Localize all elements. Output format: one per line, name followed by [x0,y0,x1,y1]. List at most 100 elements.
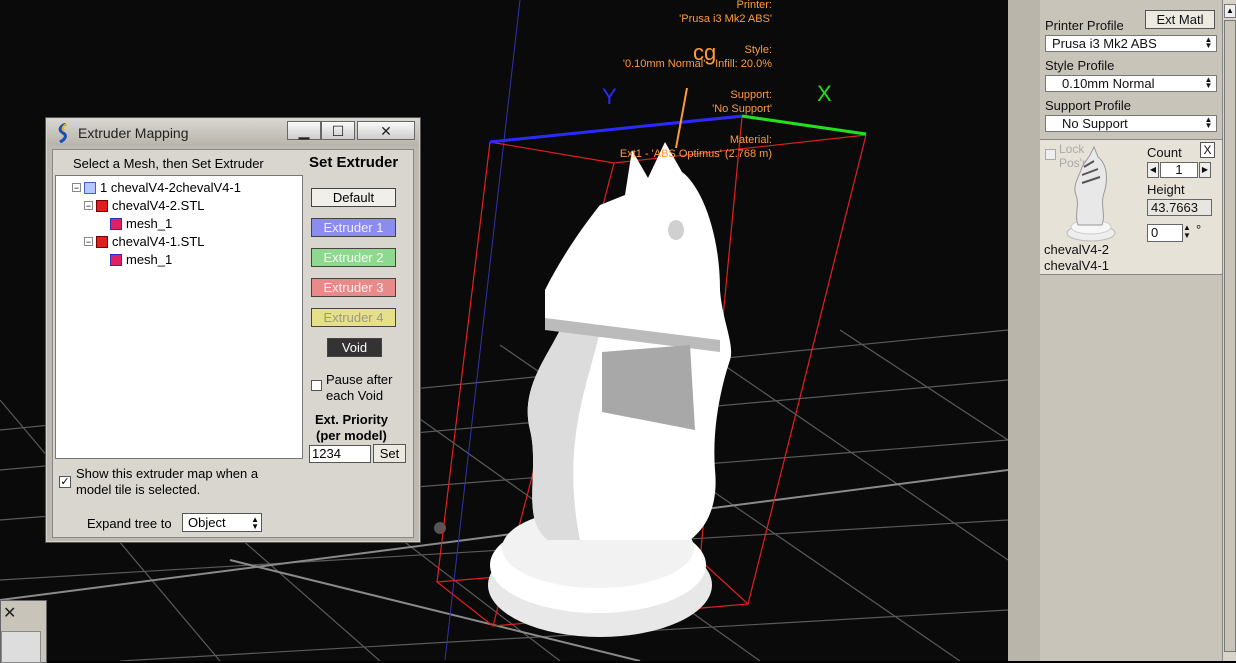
printer-profile-select[interactable]: Prusa i3 Mk2 ABS ▲ ▼ [1045,35,1217,52]
extruder-3-button[interactable]: Extruder 3 [311,278,396,297]
mesh-cube-icon [110,253,122,266]
support-info-value: 'No Support' [712,103,772,115]
support-profile-value: No Support [1062,116,1128,131]
tree-node-label: 1 chevalV4-2chevalV4-1 [100,180,241,195]
sidebar-scrollbar[interactable]: ▲ [1222,0,1236,661]
style-info-label: Style: [744,44,772,56]
spinner-icon: ▲ ▼ [251,515,259,531]
style-info-value: '0.10mm Normal' - Infill: 20.0% [622,58,772,70]
model-tile[interactable]: Lock Pos'n X Count ◀ 1 ▶ Height 43.7663 … [1040,139,1222,275]
rotation-spinner-icon[interactable]: ▲ ▼ [1183,224,1191,240]
mesh-cube-icon [110,217,122,230]
model-name-1: chevalV4-2 [1044,242,1110,257]
spinner-icon: ▲ ▼ [1204,75,1213,90]
expand-tree-value: Object [188,515,226,530]
extruder-1-button[interactable]: Extruder 1 [311,218,396,237]
style-profile-value: 0.10mm Normal [1062,76,1155,91]
right-sidebar: Ext Matl Printer Profile Prusa i3 Mk2 AB… [1040,0,1222,661]
ext-matl-button[interactable]: Ext Matl [1145,10,1215,29]
support-info: Support: 'No Support' [712,88,772,116]
collapse-toggle-icon[interactable]: − [72,183,81,193]
extruder-2-button[interactable]: Extruder 2 [311,248,396,267]
tree-node-group[interactable]: − 1 chevalV4-2chevalV4-1 [72,180,241,195]
show-map-checkbox[interactable]: ✓ [59,476,71,488]
tree-node-label: chevalV4-2.STL [112,198,205,213]
tree-node-mesh[interactable]: mesh_1 [110,252,172,267]
set-priority-button[interactable]: Set [373,444,406,463]
x-axis-label: X [817,81,832,106]
decrement-icon[interactable]: ◀ [1147,162,1159,178]
count-value[interactable]: 1 [1160,162,1198,178]
collapsed-panel: ✕ [0,600,47,663]
tree-node-mesh[interactable]: mesh_1 [110,216,172,231]
tree-node-label: mesh_1 [126,252,173,267]
minimize-button[interactable]: ▁ [287,121,321,140]
printer-profile-label: Printer Profile [1045,18,1124,33]
pause-label-line2: each Void [326,388,384,403]
default-button[interactable]: Default [311,188,396,207]
extruder-4-button[interactable]: Extruder 4 [311,308,396,327]
height-value: 43.7663 [1147,199,1212,216]
style-profile-label: Style Profile [1045,58,1115,73]
spinner-icon: ▲ ▼ [1204,115,1213,130]
rotation-input[interactable]: 0 [1147,224,1183,242]
support-profile-label: Support Profile [1045,98,1131,113]
panel-body [1,631,41,663]
expand-tree-select[interactable]: Object ▲ ▼ [182,513,262,532]
dialog-body: Select a Mesh, then Set Extruder Set Ext… [52,149,414,538]
spinner-icon: ▲ ▼ [1204,35,1213,50]
printer-info-value: 'Prusa i3 Mk2 ABS' [679,13,772,25]
void-button[interactable]: Void [327,338,382,357]
count-label: Count [1147,145,1182,160]
material-info-label: Material: [729,134,772,146]
height-label: Height [1147,182,1185,197]
ext-priority-input[interactable]: 1234 [309,445,371,463]
model-name-2: chevalV4-1 [1044,258,1110,273]
model-thumbnail [1066,145,1116,242]
increment-icon[interactable]: ▶ [1199,162,1211,178]
tree-node-stl-1[interactable]: − chevalV4-1.STL [84,234,205,249]
stl-cube-icon [96,235,108,248]
group-cube-icon [84,181,96,194]
instruction-text: Select a Mesh, then Set Extruder [73,156,264,171]
ext-priority-sublabel: (per model) [316,428,387,443]
dialog-titlebar[interactable]: Extruder Mapping ▁ ☐ ✕ [47,119,419,146]
collapse-toggle-icon[interactable]: − [84,201,93,211]
y-axis-label: Y [602,84,617,109]
support-profile-select[interactable]: No Support ▲ ▼ [1045,115,1217,132]
lock-checkbox[interactable] [1045,149,1056,160]
show-map-label-line1: Show this extruder map when a [76,466,259,481]
printer-info-label: Printer: [736,0,772,11]
x-axis-line [741,114,867,136]
style-profile-select[interactable]: 0.10mm Normal ▲ ▼ [1045,75,1217,92]
scroll-up-icon[interactable]: ▲ [1224,4,1236,18]
stl-cube-icon [96,199,108,212]
extruder-mapping-dialog[interactable]: Extruder Mapping ▁ ☐ ✕ Select a Mesh, th… [45,117,421,543]
knight-model [488,142,732,637]
tree-node-label: mesh_1 [126,216,173,231]
ext-priority-label: Ext. Priority [315,412,388,427]
pause-label-line1: Pause after [326,372,393,387]
printer-info: Printer: 'Prusa i3 Mk2 ABS' [679,0,772,26]
expand-tree-label: Expand tree to [87,516,172,531]
count-stepper[interactable]: ◀ 1 ▶ [1147,162,1212,178]
style-info: Style: '0.10mm Normal' - Infill: 20.0% [623,43,772,71]
printer-profile-value: Prusa i3 Mk2 ABS [1052,36,1157,51]
degree-symbol: ° [1196,222,1202,237]
show-map-label-line2: model tile is selected. [76,482,201,497]
close-button[interactable]: ✕ [357,121,415,140]
material-info: Material: Ext1 - 'ABS Optimus' (2.768 m) [620,133,772,161]
sidebar-gutter [1008,0,1040,661]
tree-node-label: chevalV4-1.STL [112,234,205,249]
set-extruder-heading: Set Extruder [309,154,399,171]
maximize-button[interactable]: ☐ [321,121,355,140]
remove-tile-button[interactable]: X [1200,142,1215,158]
simplify3d-logo-icon [58,123,67,143]
scroll-thumb[interactable] [1224,20,1236,652]
collapse-toggle-icon[interactable]: − [84,237,93,247]
tree-node-stl-2[interactable]: − chevalV4-2.STL [84,198,205,213]
close-icon[interactable]: ✕ [3,603,16,623]
mesh-tree[interactable]: − 1 chevalV4-2chevalV4-1 − chevalV4-2.ST… [55,175,303,459]
pause-checkbox[interactable] [311,380,322,391]
dialog-title: Extruder Mapping [78,125,189,141]
